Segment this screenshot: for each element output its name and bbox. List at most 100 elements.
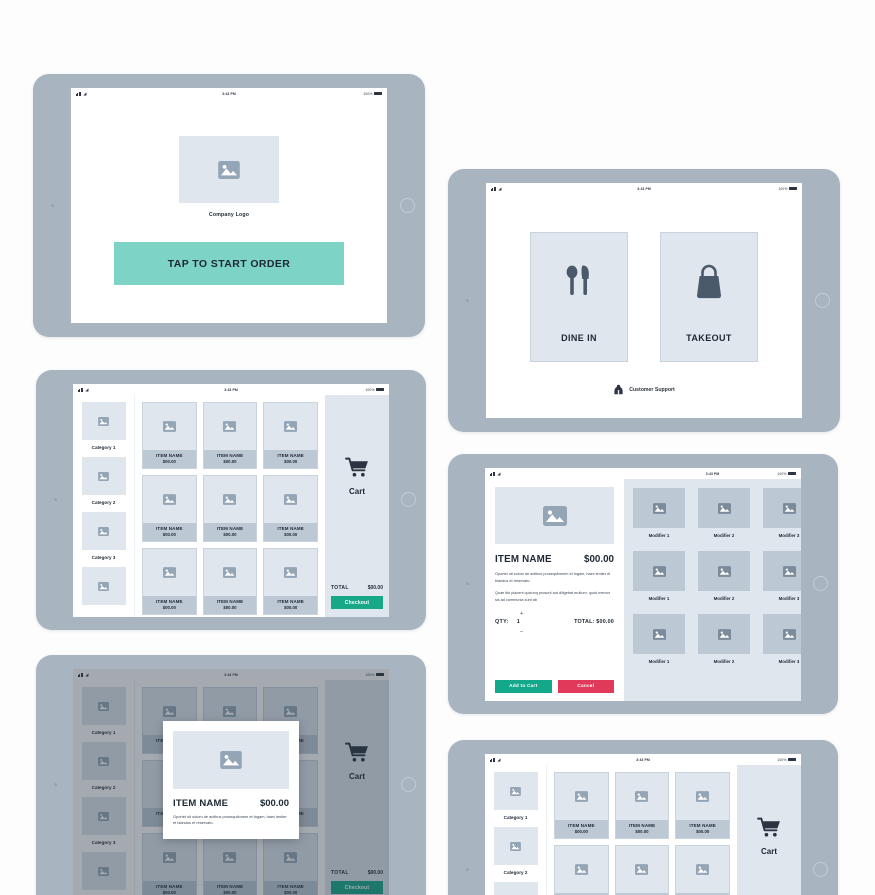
image-placeholder-icon (98, 416, 109, 426)
menu-item-card[interactable]: ITEM NAME $00.00 (142, 402, 197, 469)
home-button[interactable] (401, 777, 416, 792)
home-button[interactable] (813, 862, 828, 877)
sidebar-item-category-3[interactable]: Category 3 (92, 555, 116, 560)
modifier-card[interactable]: Modifier 3 (763, 614, 801, 664)
sidebar-item-category-2[interactable]: Category 2 (92, 500, 116, 505)
tablet-splash: ◢ 3:43 PM 100% Company Logo TAP TO START… (33, 74, 425, 337)
add-to-cart-button[interactable]: Add to Cart (495, 680, 552, 693)
checkout-button[interactable]: Checkout (331, 596, 383, 609)
company-logo-placeholder (179, 136, 279, 203)
cellular-signal-icon (490, 471, 496, 476)
company-logo-label: Company Logo (208, 212, 250, 218)
status-bar: ◢ 3:43 PM 100% (485, 468, 801, 479)
menu-body: Category 1 Category 2 Category 3 ITEM NA… (73, 395, 389, 617)
menu-item-card[interactable]: ITEM NAME $00.00 (202, 548, 258, 615)
modifier-card[interactable]: Modifier 1 (633, 614, 685, 664)
modifier-card[interactable]: Modifier 1 (633, 488, 685, 538)
menu-item-card[interactable]: ITEM NAME $00.00 (202, 402, 258, 469)
image-placeholder-icon (782, 628, 796, 640)
modifier-card[interactable]: Modifier 3 (763, 488, 801, 538)
status-bar: ◢ 3:43 PM 100% (486, 183, 802, 194)
image-placeholder-icon (162, 420, 176, 432)
status-time: 3:43 PM (222, 91, 236, 96)
status-time: 3:43 PM (636, 757, 650, 762)
qty-decrement-button[interactable]: – (520, 629, 523, 635)
item-meta: ITEM NAME $00.00 (143, 449, 196, 468)
image-placeholder-icon (223, 420, 237, 432)
menu-item-card[interactable]: ITEM NAME $00.00 (142, 548, 197, 615)
home-button[interactable] (815, 293, 830, 308)
screen-item-detail: ◢ 3:43 PM 100% ITEM NAME $00.00 Oportet … (485, 468, 801, 701)
status-time: 3:43 PM (705, 471, 720, 476)
screen-menu-cropped: ◢ 3:43 PM 100% Category 1 Category 2 ITE… (485, 754, 801, 895)
category-thumb[interactable] (81, 512, 126, 550)
category-thumb[interactable] (81, 402, 126, 440)
modifier-image (698, 488, 750, 528)
item-image (264, 476, 317, 523)
qty-increment-button[interactable]: + (520, 611, 523, 617)
menu-item-card[interactable]: ITEM NAME $00.00 (263, 475, 318, 542)
takeout-option[interactable]: TAKEOUT (660, 232, 758, 362)
front-camera (54, 783, 57, 786)
cancel-button[interactable]: Cancel (557, 680, 614, 693)
category-thumb[interactable] (81, 567, 126, 605)
item-image (555, 846, 608, 893)
image-placeholder-icon (98, 471, 109, 481)
screen-order-type: ◢ 3:43 PM 100% DINE IN TAKEOUT Customer … (486, 183, 802, 418)
modifier-card[interactable]: Modifier 2 (698, 551, 750, 601)
modifier-card[interactable]: Modifier 3 (763, 551, 801, 601)
menu-item-card[interactable]: ITEM NAME $00.00 (263, 548, 318, 615)
category-thumb[interactable] (493, 772, 538, 810)
image-placeholder-icon (696, 863, 710, 875)
image-placeholder-icon (510, 841, 521, 851)
home-button[interactable] (400, 198, 415, 213)
dine-in-option[interactable]: DINE IN (530, 232, 628, 362)
item-image (676, 846, 729, 893)
category-thumb[interactable] (81, 457, 126, 495)
tablet-order-type: ◢ 3:43 PM 100% DINE IN TAKEOUT Customer … (448, 169, 840, 432)
menu-body: Category 1 Category 2 ITEM NAME $00.00 IT… (485, 765, 801, 895)
modifier-card[interactable]: Modifier 2 (698, 488, 750, 538)
front-camera (51, 204, 54, 207)
menu-item-card[interactable]: ITEM NAME$00.00 (675, 845, 730, 895)
qty-value: 1 (516, 619, 520, 626)
quantity-stepper[interactable]: + – QTY: 1 TOTAL: $00.00 (495, 611, 614, 638)
item-price: $00.00 (574, 828, 588, 834)
menu-item-card[interactable]: ITEM NAME $00.00 (202, 475, 258, 542)
item-total: TOTAL: $00.00 (574, 619, 614, 626)
item-price: $00.00 (162, 531, 176, 537)
modifier-card[interactable]: Modifier 2 (698, 614, 750, 664)
menu-item-card[interactable]: ITEM NAME$00.00 (614, 772, 670, 839)
status-bar: ◢ 3:43 PM 100% (73, 384, 389, 395)
category-sidebar[interactable]: Category 1 Category 2 Category 3 (73, 395, 135, 617)
cart-total-row: TOTAL $00.00 (331, 585, 383, 591)
home-button[interactable] (401, 492, 416, 507)
category-thumb[interactable] (493, 882, 538, 895)
tablet-item-detail: ◢ 3:43 PM 100% ITEM NAME $00.00 Oportet … (448, 454, 838, 714)
customer-support-button[interactable]: Customer Support (486, 384, 802, 395)
image-placeholder-icon (574, 790, 588, 802)
menu-item-card[interactable]: ITEM NAME$00.00 (675, 772, 730, 839)
sidebar-item-category-1[interactable]: Category 1 (92, 445, 116, 450)
sidebar-item-category-1[interactable]: Category 1 (504, 815, 528, 820)
category-sidebar[interactable]: Category 1 Category 2 (485, 765, 547, 895)
menu-item-card[interactable]: ITEM NAME $00.00 (263, 402, 318, 469)
image-placeholder-icon (218, 160, 240, 179)
cart-icon-wrap[interactable] (757, 817, 781, 843)
menu-item-card[interactable]: ITEM NAME$00.00 (614, 845, 670, 895)
menu-item-card[interactable]: ITEM NAME$00.00 (554, 845, 609, 895)
item-image (143, 403, 196, 450)
menu-item-grid: ITEM NAME $00.00 ITEM NAME $00.00 ITEM N… (135, 395, 325, 617)
cart-label: Cart (348, 487, 365, 496)
cart-icon-wrap[interactable] (345, 457, 369, 483)
menu-item-card[interactable]: ITEM NAME $00.00 (142, 475, 197, 542)
home-button[interactable] (813, 576, 828, 591)
tap-to-start-order-button[interactable]: TAP TO START ORDER (114, 242, 344, 285)
item-image (143, 549, 196, 596)
sidebar-item-category-2[interactable]: Category 2 (504, 870, 528, 875)
customer-support-person-icon (614, 384, 623, 395)
category-thumb[interactable] (493, 827, 538, 865)
modifier-card[interactable]: Modifier 1 (633, 551, 685, 601)
menu-item-card[interactable]: ITEM NAME$00.00 (554, 772, 609, 839)
modifier-image (698, 551, 750, 591)
